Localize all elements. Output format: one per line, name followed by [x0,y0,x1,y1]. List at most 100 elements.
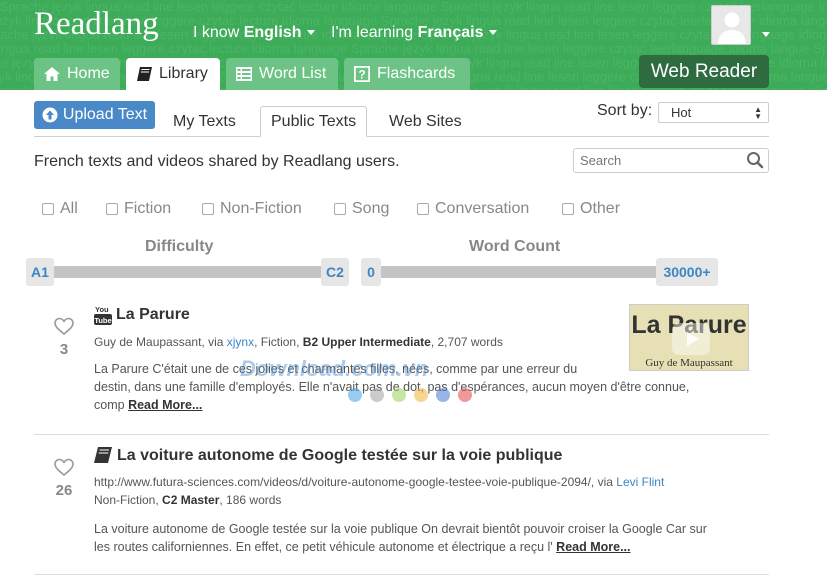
filter-conversation-label: Conversation [435,200,530,217]
list-icon [236,66,252,82]
play-icon [672,323,710,355]
difficulty-max-handle[interactable]: C2 [321,258,349,286]
library-description: French texts and videos shared by Readla… [34,153,400,170]
item-excerpt-line: destin, dans une famille d'employés. Ell… [94,380,690,394]
native-language-select[interactable]: I know English [193,24,316,42]
item-excerpt-line: comp [94,398,125,412]
search-input[interactable] [573,148,769,173]
item-excerpt-line: les routes californiennes. En effet, ce … [94,540,553,554]
filter-fiction-label: Fiction [124,200,172,217]
filter-song[interactable]: Song [334,200,389,218]
item-meta: http://www.futura-sciences.com/videos/d/… [94,473,754,509]
tab-library[interactable]: Library [126,58,220,90]
item-level: C2 Master [162,493,220,507]
item-level: B2 Upper Intermediate [302,335,431,349]
home-icon [44,66,60,82]
svg-text:Tube: Tube [94,316,111,325]
book-icon [94,447,112,463]
word-count-slider-track[interactable] [372,266,668,278]
search-icon[interactable] [746,151,764,169]
tab-web-sites[interactable]: Web Sites [379,106,472,137]
tab-word-list[interactable]: Word List [226,58,338,90]
chevron-down-icon [489,30,498,36]
youtube-icon: You Tube [94,305,112,325]
upload-arrow-icon [42,107,58,123]
tab-word-list-label: Word List [259,65,327,82]
filter-non-fiction-label: Non-Fiction [220,200,302,217]
question-icon: ? [354,66,370,82]
item-category: Non-Fiction, [94,493,159,507]
item-category: , Fiction, [254,335,300,349]
like-count: 3 [59,341,69,358]
readlang-logo[interactable]: Readlang [34,6,159,43]
heart-icon[interactable] [49,316,79,336]
item-title[interactable]: La Parure [116,306,190,324]
checkbox[interactable] [106,203,118,215]
chevron-down-icon [307,30,316,36]
read-more-link[interactable]: Read More... [128,398,202,412]
i-know-label: I know [193,24,240,41]
tab-my-texts[interactable]: My Texts [163,106,246,137]
thumbnail-author: Guy de Maupassant [645,357,733,369]
learning-label: I'm learning [331,24,414,41]
item-user-link[interactable]: Levi Flint [616,475,664,489]
item-word-count: , 2,707 words [430,335,503,349]
learning-language-select[interactable]: I'm learning Français [331,24,498,42]
item-author: Guy de Maupassant, via [94,335,224,349]
checkbox[interactable] [202,203,214,215]
filter-other-label: Other [580,200,621,217]
checkbox[interactable] [562,203,574,215]
item-divider [34,434,769,435]
svg-text:?: ? [358,69,365,81]
item-meta: Guy de Maupassant, via xjynx, Fiction, B… [94,333,503,351]
item-source-url: http://www.futura-sciences.com/videos/d/… [94,475,613,489]
filter-song-label: Song [352,200,390,217]
filter-other[interactable]: Other [562,200,620,218]
filter-non-fiction[interactable]: Non-Fiction [202,200,302,218]
item-word-count: , 186 words [219,493,282,507]
checkbox[interactable] [334,203,346,215]
read-more-link[interactable]: Read More... [556,540,630,554]
top-header: Sprache język lingua read line lesen leg… [0,0,827,90]
tab-library-label: Library [159,65,208,82]
word-count-max-handle[interactable]: 30000+ [656,258,718,286]
book-icon [136,66,152,82]
tab-flashcards[interactable]: ? Flashcards [344,58,470,90]
sort-select[interactable]: Hot ▲ ▼ [658,102,769,123]
sort-select-value: Hot [671,105,692,120]
web-reader-button[interactable]: Web Reader [639,55,769,88]
upload-text-button[interactable]: Upload Text [34,101,155,129]
item-divider [34,574,769,575]
item-excerpt: La voiture autonome de Google testée sur… [94,520,764,556]
upload-text-label: Upload Text [62,106,148,123]
video-thumbnail[interactable]: La Parure Guy de Maupassant [629,304,749,371]
tab-flashcards-label: Flashcards [377,65,456,82]
difficulty-title: Difficulty [145,238,214,255]
learning-language-value: Français [417,24,484,41]
checkbox[interactable] [417,203,429,215]
word-count-min-handle[interactable]: 0 [361,258,381,286]
filter-conversation[interactable]: Conversation [417,200,529,218]
avatar-chevron-down-icon[interactable] [762,32,770,37]
item-title[interactable]: La voiture autonome de Google testée sur… [117,447,562,465]
svg-text:You: You [95,305,109,314]
item-excerpt-line: La voiture autonome de Google testée sur… [94,522,707,536]
select-arrows-icon: ▲ ▼ [754,105,762,121]
heart-icon[interactable] [49,457,79,477]
tab-home-label: Home [67,65,110,82]
like-count: 26 [55,482,73,499]
user-silhouette-icon [718,12,746,44]
difficulty-min-handle[interactable]: A1 [26,258,54,286]
item-user-link[interactable]: xjynx [227,335,254,349]
word-count-title: Word Count [469,238,561,255]
difficulty-slider-track[interactable] [44,266,334,278]
filter-all[interactable]: All [42,200,78,218]
tab-home[interactable]: Home [34,58,120,90]
tab-public-texts[interactable]: Public Texts [260,106,368,137]
sort-by-label: Sort by: [597,102,653,119]
checkbox[interactable] [42,203,54,215]
filter-fiction[interactable]: Fiction [106,200,171,218]
native-language-value: English [243,24,302,41]
filter-all-label: All [60,200,78,217]
user-avatar[interactable] [711,5,751,45]
